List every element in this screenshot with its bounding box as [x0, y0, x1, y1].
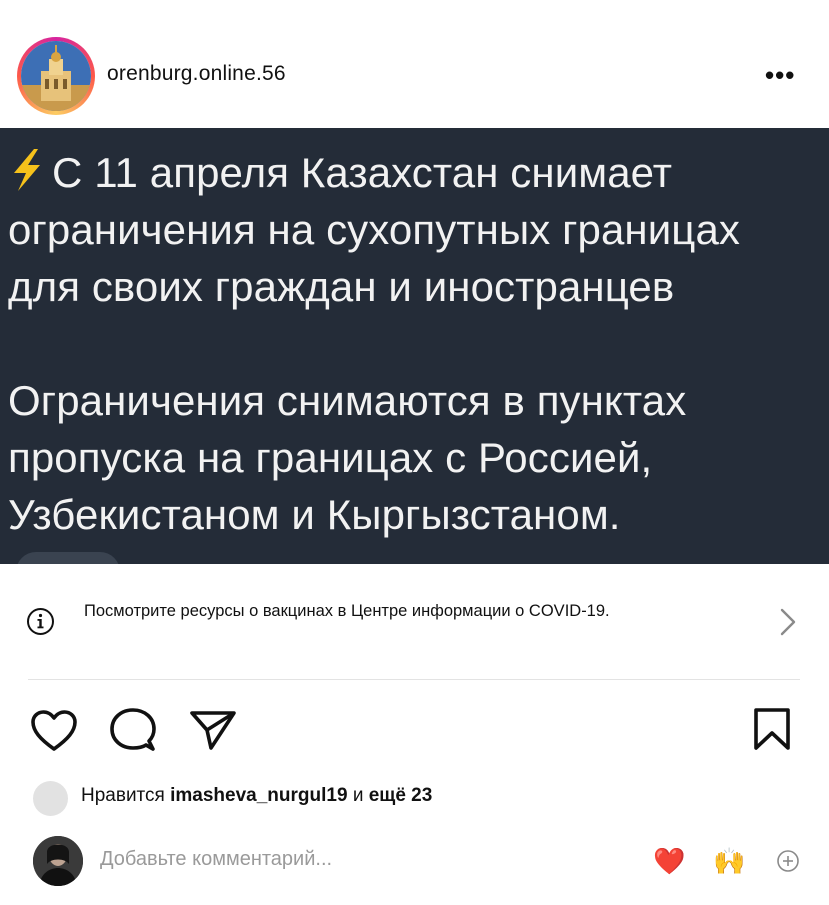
lightning-icon [14, 149, 40, 191]
post-header: orenburg.online.56 ••• [0, 0, 829, 128]
post-line-2: ограничения на сухопутных границах [8, 206, 741, 253]
profile-avatar[interactable] [17, 37, 95, 115]
post-line-4: Ограничения снимаются в пунктах [8, 377, 687, 424]
post-line-1: С 11 апреля Казахстан снимает [8, 144, 829, 201]
post-line-5: пропуска на границах с Россией, [8, 434, 653, 481]
share-icon[interactable] [189, 709, 237, 751]
post-line-3: для своих граждан и иностранцев [8, 263, 675, 310]
divider [28, 679, 800, 680]
heart-icon[interactable] [30, 709, 78, 753]
raised-hands-emoji-button[interactable]: 🙌 [713, 846, 745, 876]
post-username[interactable]: orenburg.online.56 [107, 62, 286, 86]
heart-emoji-button[interactable]: ❤️ [653, 846, 685, 876]
likes-count[interactable]: ещё 23 [369, 785, 433, 806]
bookmark-icon[interactable] [753, 707, 791, 751]
covid-banner-text[interactable]: Посмотрите ресурсы о вакцинах в Центре и… [84, 599, 734, 624]
church-icon [21, 41, 91, 111]
comment-icon[interactable] [109, 707, 157, 753]
person-icon [33, 836, 83, 886]
liker-username[interactable]: imasheva_nurgul19 [170, 785, 347, 806]
liker-avatar[interactable] [33, 781, 68, 816]
chevron-right-icon[interactable] [778, 606, 798, 638]
add-emoji-icon[interactable] [776, 849, 800, 873]
comment-input[interactable] [100, 848, 520, 871]
user-avatar [33, 836, 83, 886]
avatar-image [21, 41, 91, 111]
more-options-icon[interactable]: ••• [765, 60, 795, 91]
post-image-overlay-pill [16, 552, 120, 564]
likes-text: Нравится imasheva_nurgul19 и ещё 23 [81, 785, 433, 806]
post-text: С 11 апреля Казахстан снимает ограничения… [8, 144, 829, 543]
post-line-6: Узбекистаном и Кыргызстаном. [8, 491, 621, 538]
info-icon [27, 608, 54, 635]
post-image[interactable]: С 11 апреля Казахстан снимает ограничения… [0, 128, 829, 564]
